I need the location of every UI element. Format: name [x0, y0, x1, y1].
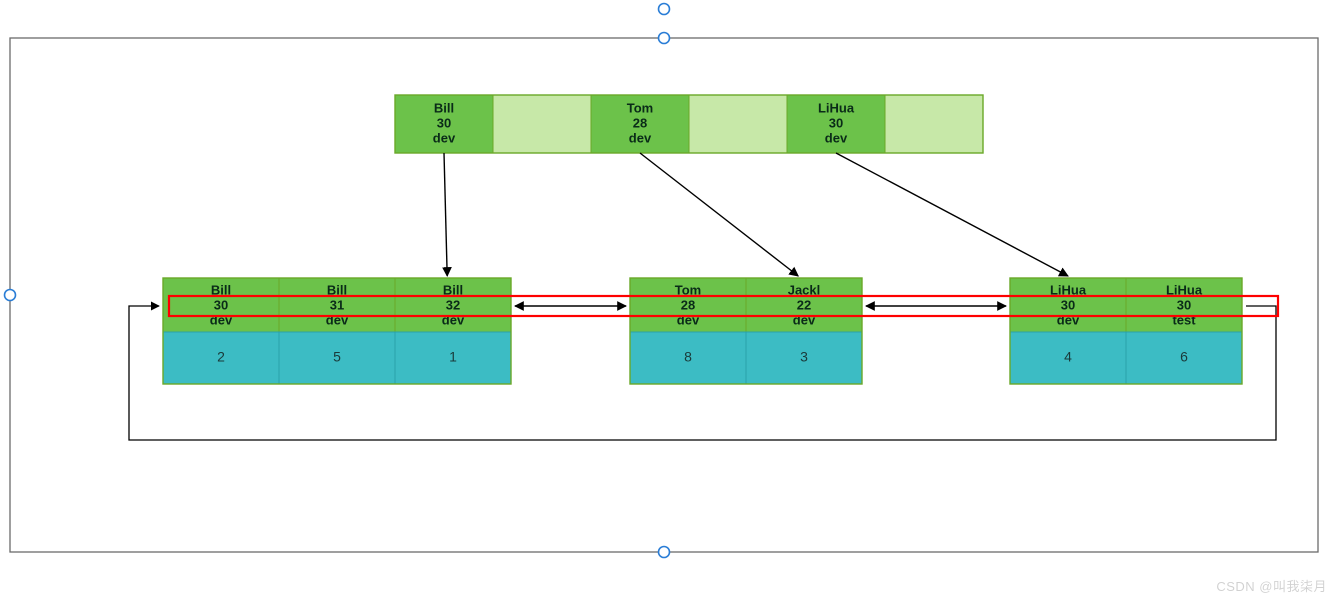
group-0: Bill30dev2Bill31dev5Bill32dev1	[163, 278, 511, 384]
arrow-bucket-to-group-1	[640, 153, 798, 276]
bucket-age: 30	[437, 115, 451, 130]
entry-role: dev	[210, 312, 233, 327]
entry-role: dev	[326, 312, 349, 327]
entry-role: dev	[442, 312, 465, 327]
bucket-empty	[493, 95, 591, 153]
bucket-name: Bill	[434, 100, 454, 115]
bucket-2: LiHua30dev	[787, 95, 983, 153]
entry-age: 31	[330, 297, 344, 312]
bucket-role: dev	[825, 130, 848, 145]
entry-role: dev	[793, 312, 816, 327]
bucket-name: LiHua	[818, 100, 855, 115]
bucket-age: 28	[633, 115, 647, 130]
watermark: CSDN @叫我柒月	[1216, 576, 1327, 595]
entry-value: 6	[1180, 349, 1188, 365]
entry-value: 3	[800, 349, 808, 365]
bucket-role: dev	[433, 130, 456, 145]
bucket-1: Tom28dev	[591, 95, 787, 153]
entry-value: 1	[449, 349, 457, 365]
arrow-bucket-to-group-2	[836, 153, 1068, 276]
group-1: Tom28dev8Jackl22dev3	[630, 278, 862, 384]
bucket-role: dev	[629, 130, 652, 145]
bucket-name: Tom	[627, 100, 653, 115]
entry-role: dev	[1057, 312, 1080, 327]
bucket-age: 30	[829, 115, 843, 130]
entry-role: test	[1172, 312, 1196, 327]
bucket-empty	[885, 95, 983, 153]
entry-age: 28	[681, 297, 695, 312]
entry-age: 30	[1061, 297, 1075, 312]
entry-age: 32	[446, 297, 460, 312]
group-2: LiHua30dev4LiHua30test6	[1010, 278, 1242, 384]
arrow-bucket-to-group-0	[444, 153, 447, 276]
entry-age: 22	[797, 297, 811, 312]
bucket-0: Bill30dev	[395, 95, 591, 153]
handle-left[interactable]	[5, 290, 16, 301]
bucket-empty	[689, 95, 787, 153]
entry-age: 30	[214, 297, 228, 312]
entry-value: 5	[333, 349, 341, 365]
handle-top[interactable]	[659, 4, 670, 15]
entry-value: 4	[1064, 349, 1072, 365]
entry-age: 30	[1177, 297, 1191, 312]
entry-role: dev	[677, 312, 700, 327]
handle-top-edge[interactable]	[659, 33, 670, 44]
entry-value: 2	[217, 349, 225, 365]
diagram-canvas: Bill30devTom28devLiHua30devBill30dev2Bil…	[0, 0, 1339, 601]
handle-bottom-edge[interactable]	[659, 547, 670, 558]
entry-value: 8	[684, 349, 692, 365]
